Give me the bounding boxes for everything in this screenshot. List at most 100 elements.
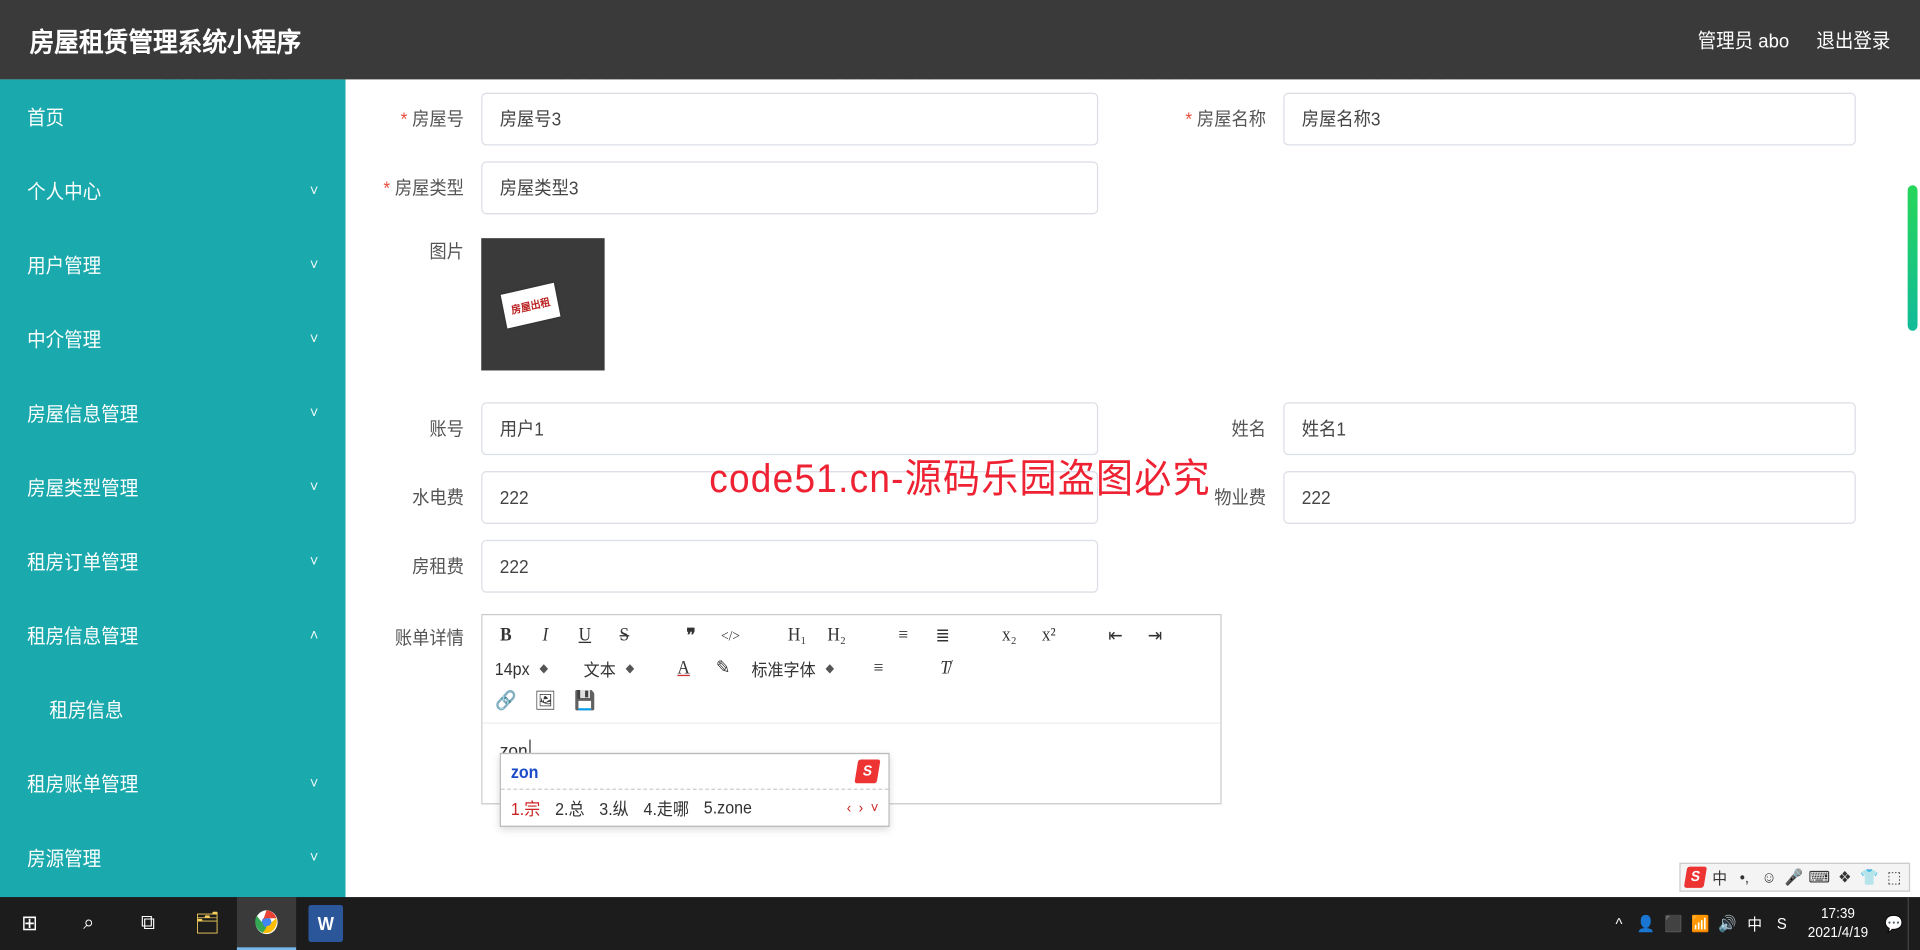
code-icon[interactable]: </> [719,625,741,649]
ime-bar-item-6[interactable]: ❖ [1835,867,1855,888]
house-no-input[interactable] [481,93,1098,146]
tray-icon-2[interactable]: ⬛ [1660,897,1687,950]
sidebar-item-label: 用户管理 [27,251,101,279]
ime-bar-item-0[interactable]: S [1683,867,1706,888]
sidebar-item-5[interactable]: 房屋类型管理˅ [0,450,346,524]
ime-bar-item-1[interactable]: 中 [1710,867,1730,888]
sidebar-item-label: 房屋类型管理 [27,473,138,501]
image-icon[interactable]: 🖼 [534,689,556,713]
bg-color-icon[interactable]: ✎ [712,657,734,681]
show-desktop-button[interactable] [1908,897,1920,950]
account-input[interactable] [481,402,1098,455]
underline-icon[interactable]: U [574,625,596,649]
house-name-label: 房屋名称 [1148,106,1284,132]
sogou-logo-icon: S [854,759,880,783]
property-input[interactable] [1283,471,1856,524]
chrome-icon[interactable] [237,897,296,950]
ime-bar-item-4[interactable]: 🎤 [1784,867,1804,888]
header-user[interactable]: 管理员 abo [1698,26,1790,54]
ime-candidate-4[interactable]: 4.走哪 [644,795,689,820]
app-title: 房屋租赁管理系统小程序 [30,21,301,59]
tray-icon-1[interactable]: 👤 [1633,897,1660,950]
sidebar-item-4[interactable]: 房屋信息管理˅ [0,376,346,450]
ime-candidate-3[interactable]: 3.纵 [599,795,628,820]
house-name-input[interactable] [1283,93,1856,146]
bold-icon[interactable]: B [495,625,517,649]
logout-button[interactable]: 退出登录 [1816,26,1890,54]
word-icon[interactable]: W [308,905,343,942]
clear-format-icon[interactable]: T̸ [934,657,956,681]
main-form: 房屋号 房屋名称 房屋类型 图片 房屋出租 账号 [346,79,1906,950]
text-color-icon[interactable]: A [672,657,694,681]
ime-candidate-5[interactable]: 5.zone [704,798,752,818]
house-type-input[interactable] [481,161,1098,214]
sidebar-item-6[interactable]: 租房订单管理˅ [0,524,346,598]
tray-icon-4[interactable]: 🔊 [1714,897,1741,950]
save-icon[interactable]: 💾 [574,689,596,713]
font-size-select[interactable]: 14px◆ [495,659,567,679]
sidebar-item-9[interactable]: 租房账单管理˅ [0,746,346,820]
windows-start-icon[interactable]: ⊞ [0,897,59,950]
task-view-icon[interactable]: ⧉ [118,897,177,950]
tray-icon-3[interactable]: 📶 [1687,897,1714,950]
link-icon[interactable]: 🔗 [495,689,517,713]
sidebar-item-3[interactable]: 中介管理˅ [0,302,346,376]
ime-bar-item-7[interactable]: 👕 [1860,867,1880,888]
editor-body[interactable]: zon zon S 1.宗2.总3.纵4.走哪5.zone‹›˅ [482,724,1220,803]
bill-detail-label: 账单详情 [346,614,482,651]
house-type-label: 房屋类型 [346,175,482,201]
sidebar-item-10[interactable]: 房源管理˅ [0,820,346,894]
sidebar-item-0[interactable]: 首页 [0,79,346,153]
ime-bar-item-5[interactable]: ⌨ [1809,867,1830,888]
header: 房屋租赁管理系统小程序 管理员 abo 退出登录 [0,0,1920,79]
font-family-select[interactable]: 标准字体◆ [751,656,850,681]
indent-icon[interactable]: ⇥ [1144,625,1166,649]
ime-bar-item-3[interactable]: ☺ [1759,867,1779,888]
utilities-input[interactable] [481,471,1098,524]
rent-input[interactable] [481,540,1098,593]
sidebar-item-label: 房源管理 [27,843,101,871]
sidebar-item-label: 首页 [27,103,64,131]
image-preview[interactable]: 房屋出租 [481,238,604,370]
ime-status-bar[interactable]: S中•,☺🎤⌨❖👕⬚ [1679,863,1910,892]
h2-icon[interactable]: H₂ [826,625,848,649]
tray-icon-6[interactable]: S [1768,897,1795,950]
superscript-icon[interactable]: x² [1038,625,1060,649]
unordered-list-icon[interactable]: ≣ [932,625,954,649]
tray-icon-0[interactable]: ^ [1605,897,1632,950]
ime-prev-icon[interactable]: ‹ [847,800,852,816]
account-label: 账号 [346,415,482,441]
ime-bar-item-2[interactable]: •, [1735,867,1755,888]
tray-icon-5[interactable]: 中 [1741,897,1768,950]
rent-label: 房租费 [346,553,482,579]
file-explorer-icon[interactable]: 🗂 [178,897,237,950]
taskbar: ⊞ ⌕ ⧉ 🗂 W ^👤⬛📶🔊中S17:392021/4/19💬 [0,897,1920,950]
subscript-icon[interactable]: x₂ [998,625,1020,649]
search-icon[interactable]: ⌕ [59,897,118,950]
align-icon[interactable]: ≡ [867,657,889,681]
scrollbar-thumb[interactable] [1908,185,1918,331]
image-plate-text: 房屋出租 [501,283,561,329]
name-input[interactable] [1283,402,1856,455]
ime-next-icon[interactable]: › [859,800,864,816]
ime-candidate-2[interactable]: 2.总 [555,795,584,820]
sidebar-item-2[interactable]: 用户管理˅ [0,228,346,302]
style-select[interactable]: 文本◆ [584,656,656,681]
taskbar-clock[interactable]: 17:392021/4/19 [1795,905,1880,942]
sidebar-item-1[interactable]: 个人中心˅ [0,153,346,227]
sidebar-item-8[interactable]: 租房信息 [0,672,346,746]
ime-input-text: zon [511,761,539,781]
ime-bar-item-8[interactable]: ⬚ [1884,867,1904,888]
notification-icon[interactable]: 💬 [1881,897,1908,950]
outdent-icon[interactable]: ⇤ [1104,625,1126,649]
sidebar-item-7[interactable]: 租房信息管理˄ [0,598,346,672]
italic-icon[interactable]: I [534,625,556,649]
strike-icon[interactable]: S [613,625,635,649]
ime-candidate-box[interactable]: zon S 1.宗 2.总 3.纵 4.走哪 5.zone ‹ › ˅ [500,753,890,827]
h1-icon[interactable]: H₁ [786,625,808,649]
utilities-label: 水电费 [346,484,482,510]
quote-icon[interactable]: ❞ [680,625,702,649]
ime-more-icon[interactable]: ˅ [871,800,879,816]
ordered-list-icon[interactable]: ≡ [892,625,914,649]
ime-candidate-1[interactable]: 1.宗 [511,795,540,820]
